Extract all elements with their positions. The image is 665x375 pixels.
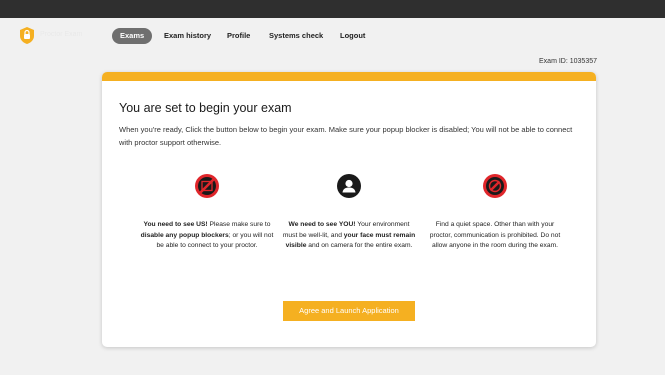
- nav-item-exam-history[interactable]: Exam history: [164, 28, 211, 44]
- nav-item-profile[interactable]: Profile: [227, 28, 250, 44]
- shield-logo-icon: [20, 27, 34, 44]
- card-accent-bar: [102, 72, 596, 81]
- instruction-text-quiet: Find a quiet space. Other than with your…: [429, 221, 561, 249]
- nav-item-logout[interactable]: Logout: [340, 28, 365, 44]
- logo-text: Proctor Exam: [40, 31, 83, 38]
- card-title: You are set to begin your exam: [119, 101, 292, 115]
- instruction-column-popup: You need to see US! Please make sure to …: [140, 174, 274, 252]
- nav-item-systems-check[interactable]: Systems check: [269, 28, 323, 44]
- no-popup-icon: [195, 174, 219, 198]
- instruction-text-visibility: We need to see YOU! Your environment mus…: [282, 221, 416, 249]
- user-icon: [337, 174, 361, 198]
- instruction-column-visibility: We need to see YOU! Your environment mus…: [282, 174, 416, 252]
- instruction-text-popup: You need to see US! Please make sure to …: [140, 221, 274, 249]
- agree-launch-button[interactable]: Agree and Launch Application: [283, 301, 415, 321]
- exam-start-card: You are set to begin your exam When you'…: [102, 72, 596, 347]
- instruction-column-quiet: Find a quiet space. Other than with your…: [428, 174, 562, 252]
- card-intro: When you're ready, Click the button belo…: [119, 125, 573, 147]
- exam-id: Exam ID: 1035357: [539, 58, 597, 65]
- no-entry-icon: [483, 174, 507, 198]
- navigation-bar: Proctor Exam Exams Exam history Profile …: [0, 18, 665, 54]
- top-bar: [0, 0, 665, 18]
- nav-item-exams[interactable]: Exams: [112, 28, 153, 44]
